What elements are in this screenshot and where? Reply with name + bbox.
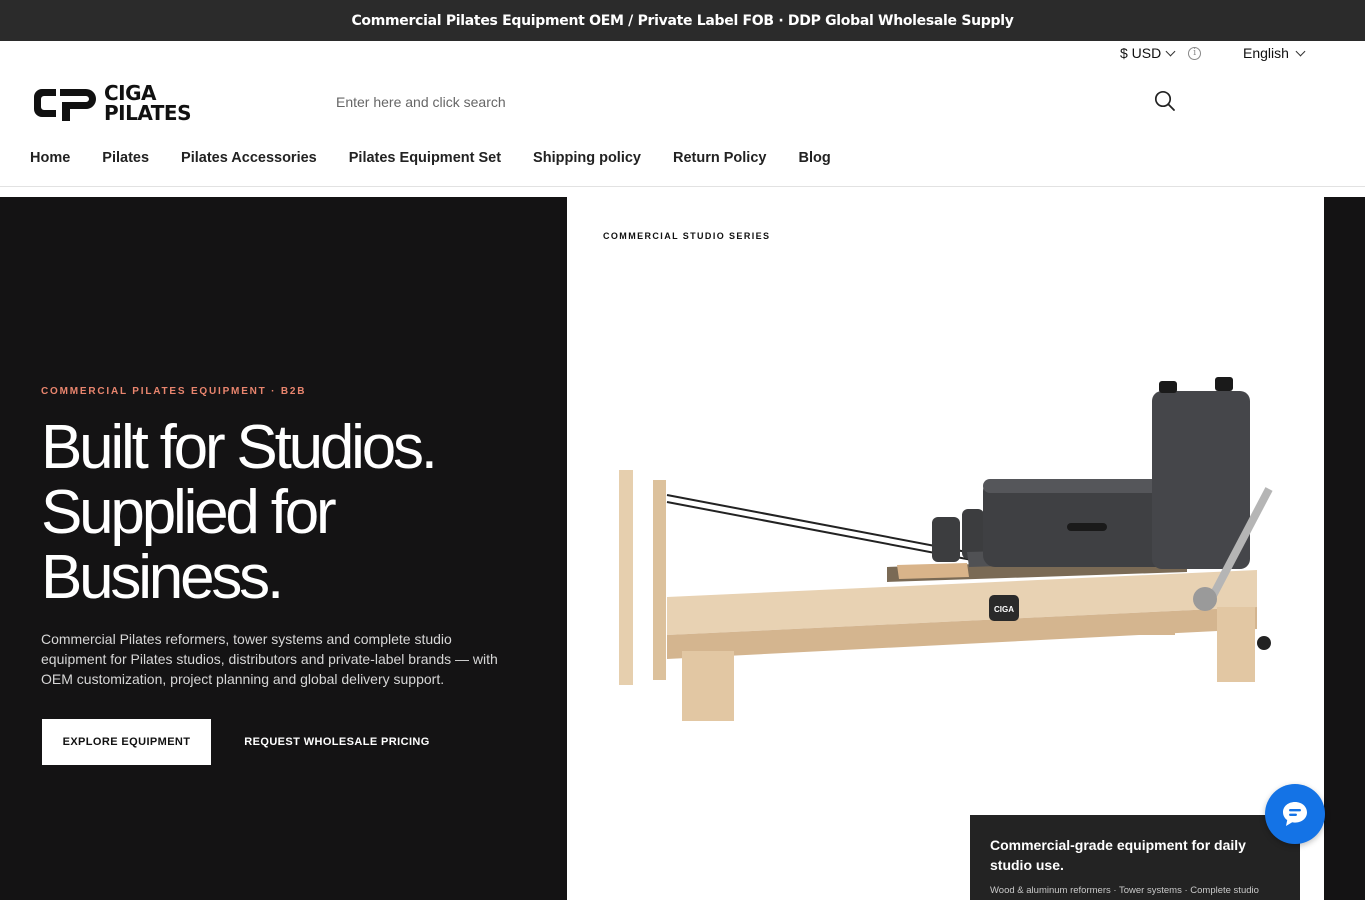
search-input[interactable] [336, 88, 1116, 116]
site-logo[interactable]: CIGA PILATES [34, 78, 222, 128]
announcement-bar: Commercial Pilates Equipment OEM / Priva… [0, 0, 1365, 41]
currency-selector[interactable]: $ USD i [1120, 45, 1202, 61]
info-icon[interactable]: i [1188, 46, 1202, 60]
hero-media: COMMERCIAL STUDIO SERIES CIGA Commercial… [567, 197, 1324, 900]
logo-wordmark: CIGA PILATES [104, 83, 191, 123]
main-nav: Home Pilates Pilates Accessories Pilates… [30, 150, 831, 174]
nav-divider [0, 186, 1365, 187]
request-wholesale-pricing-button[interactable]: REQUEST WHOLESALE PRICING [232, 719, 442, 765]
search-bar [336, 88, 1186, 116]
feature-card-title: Commercial-grade equipment for daily stu… [990, 837, 1246, 873]
utility-bar: $ USD i English [0, 41, 1365, 67]
hero-copy: COMMERCIAL PILATES EQUIPMENT · B2B Built… [0, 197, 567, 900]
nav-item-return-policy[interactable]: Return Policy [673, 150, 766, 174]
nav-item-pilates[interactable]: Pilates [102, 150, 149, 174]
logo-line-1: CIGA [104, 81, 157, 105]
logo-mark-icon [34, 89, 96, 121]
logo-line-2: PILATES [104, 101, 191, 125]
nav-item-pilates-equipment-set[interactable]: Pilates Equipment Set [349, 150, 501, 174]
hero-eyebrow: COMMERCIAL PILATES EQUIPMENT · B2B [41, 386, 307, 397]
nav-item-home[interactable]: Home [30, 150, 70, 174]
pilates-reformer-image: CIGA [619, 377, 1273, 721]
chevron-down-icon [1165, 46, 1176, 56]
explore-equipment-button[interactable]: EXPLORE EQUIPMENT [42, 719, 211, 765]
hero-headline-line-1: Built for Studios. [41, 413, 438, 482]
nav-item-shipping-policy[interactable]: Shipping policy [533, 150, 641, 174]
nav-item-blog[interactable]: Blog [798, 150, 830, 174]
announcement-text: Commercial Pilates Equipment OEM / Priva… [351, 12, 1014, 29]
chat-button[interactable] [1265, 784, 1325, 844]
chat-icon [1283, 802, 1307, 826]
search-icon[interactable] [1154, 90, 1178, 114]
product-badge: CIGA [994, 605, 1014, 614]
chevron-down-icon [1295, 46, 1306, 56]
hero-subtext: Commercial Pilates reformers, tower syst… [41, 631, 498, 687]
hero-headline: Built for Studios. Supplied for Business… [41, 415, 541, 610]
language-label: English [1243, 45, 1289, 61]
feature-card: Commercial-grade equipment for daily stu… [970, 815, 1300, 900]
language-selector[interactable]: English [1243, 45, 1306, 61]
hero-headline-line-3: Business. [41, 543, 284, 612]
hero-headline-line-2: Supplied for [41, 478, 337, 547]
currency-label: $ USD [1120, 45, 1162, 61]
series-label: COMMERCIAL STUDIO SERIES [603, 231, 771, 241]
nav-item-pilates-accessories[interactable]: Pilates Accessories [181, 150, 317, 174]
hero-section: COMMERCIAL PILATES EQUIPMENT · B2B Built… [0, 197, 1365, 900]
feature-card-subtitle: Wood & aluminum reformers · Tower system… [990, 885, 1259, 896]
